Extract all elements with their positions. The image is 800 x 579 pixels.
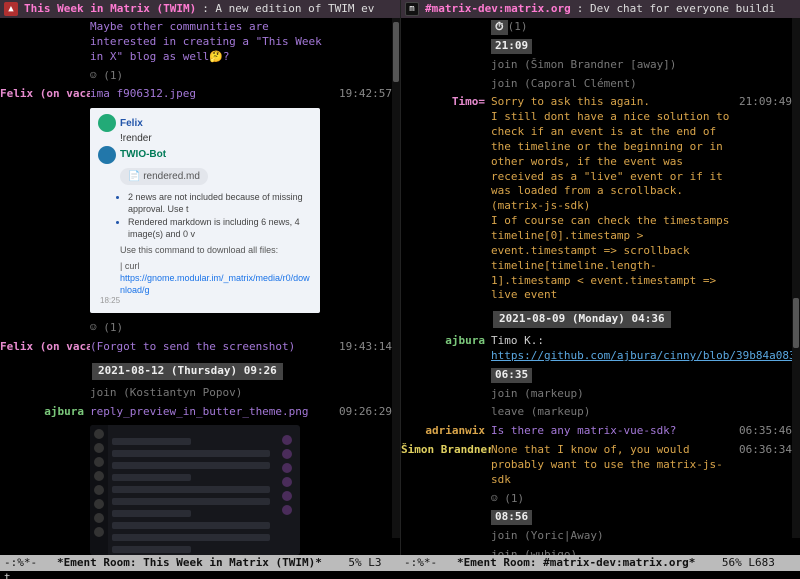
message-body: (Forgot to send the screenshot) (90, 340, 334, 355)
message-row: join (Yoric|Away) (401, 527, 796, 546)
timestamp: 21:09:49 (734, 95, 792, 303)
message-body: join (Yoric|Away) (491, 529, 734, 544)
time-chip: 06:35 (491, 368, 532, 383)
message-body: leave (markeup) (491, 405, 734, 420)
message-row: Maybe other communities are interested i… (0, 18, 396, 67)
right-messages[interactable]: ⏱(1)21:09 join (Šimon Brandner [away]) j… (401, 18, 800, 555)
nick (401, 58, 491, 73)
message-body: Maybe other communities are interested i… (90, 20, 334, 65)
timestamp (334, 386, 392, 401)
nick: ajbura (401, 334, 491, 364)
message-body: None that I know of, you would probably … (491, 443, 734, 488)
reaction[interactable]: ☺ (1) (90, 321, 392, 336)
message-body: join (markeup) (491, 387, 734, 402)
message-row: adrianwix Is there any matrix-vue-sdk? 0… (401, 422, 796, 441)
message-row: ajbura Timo K.:https://github.com/ajbura… (401, 332, 796, 366)
time-chip: 21:09 (491, 39, 532, 54)
right-pane: m #matrix-dev:matrix.org : Dev chat for … (400, 0, 800, 555)
message-body: join (Caporal Clément) (491, 77, 734, 92)
timestamp (734, 58, 792, 73)
timestamp (734, 77, 792, 92)
link[interactable]: https://github.com/ajbura/cinny/blob/39b… (491, 349, 800, 362)
nick (401, 529, 491, 544)
message-row: join (wubigo) (401, 546, 796, 555)
room-icon: m (405, 2, 419, 16)
timestamp: 06:36:34 (734, 443, 792, 488)
embedded-image[interactable]: Felix !render TWIO-Bot 📄 rendered.md 2 n… (90, 108, 320, 313)
message-row: join (markeup) (401, 385, 796, 404)
minibuffer[interactable]: t (0, 571, 800, 579)
embedded-image[interactable] (90, 425, 300, 555)
nick (401, 387, 491, 402)
date-separator: 2021-08-09 (Monday) 04:36 (493, 311, 671, 328)
room-topic: : A new edition of TWIM ev (202, 2, 374, 17)
nick (401, 77, 491, 92)
reaction[interactable]: ☺ (1) (491, 492, 792, 507)
nick (401, 548, 491, 555)
room-topic: : Dev chat for everyone buildi (577, 2, 776, 17)
scrollbar[interactable] (392, 18, 400, 538)
timestamp (734, 529, 792, 544)
nick (0, 386, 90, 401)
nick: Timo= (401, 95, 491, 303)
message-body: reply_preview_in_butter_theme.png (90, 405, 334, 420)
nick: adrianwix (401, 424, 491, 439)
nick: Felix (on vaca (0, 340, 90, 355)
timestamp (734, 405, 792, 420)
left-header: ▲ This Week in Matrix (TWIM) : A new edi… (0, 0, 400, 18)
message-body: join (Kostiantyn Popov) (90, 386, 334, 401)
room-name[interactable]: This Week in Matrix (TWIM) (24, 2, 196, 17)
message-row: Felix (on vaca (Forgot to send the scree… (0, 338, 396, 357)
timestamp (734, 548, 792, 555)
time-chip: 08:56 (491, 510, 532, 525)
mode-line: -:%*- *Ement Room: This Week in Matrix (… (0, 555, 800, 571)
message-row: ajbura reply_preview_in_butter_theme.png… (0, 403, 396, 422)
nick: Felix (on vaca (0, 87, 90, 102)
room-name[interactable]: #matrix-dev:matrix.org (425, 2, 571, 17)
message-row: leave (markeup) (401, 403, 796, 422)
left-pane: ▲ This Week in Matrix (TWIM) : A new edi… (0, 0, 400, 555)
message-row: join (Kostiantyn Popov) (0, 384, 396, 403)
reaction[interactable]: ☺ (1) (90, 69, 392, 84)
message-row: join (Caporal Clément) (401, 75, 796, 94)
message-body: join (Šimon Brandner [away]) (491, 58, 734, 73)
message-row: Šimon Brandner None that I know of, you … (401, 441, 796, 490)
nick (0, 20, 90, 65)
right-header: m #matrix-dev:matrix.org : Dev chat for … (401, 0, 800, 18)
message-row: Felix (on vaca ima f906312.jpeg 19:42:57 (0, 85, 396, 104)
message-row: join (Šimon Brandner [away]) (401, 56, 796, 75)
room-icon: ▲ (4, 2, 18, 16)
date-separator: 2021-08-12 (Thursday) 09:26 (92, 363, 283, 380)
message-body: ima f906312.jpeg (90, 87, 334, 102)
mode-line-right: -:%*- *Ement Room: #matrix-dev:matrix.or… (400, 556, 800, 571)
timestamp: 19:42:57 (334, 87, 392, 102)
scrollbar[interactable] (792, 18, 800, 538)
nick: ajbura (0, 405, 90, 420)
message-body: Sorry to ask this again.I still dont hav… (491, 95, 734, 303)
timestamp: 19:43:14 (334, 340, 392, 355)
left-messages[interactable]: Maybe other communities are interested i… (0, 18, 400, 555)
nick (401, 405, 491, 420)
file-chip: 📄 rendered.md (120, 168, 208, 186)
message-body: join (wubigo) (491, 548, 734, 555)
message-body: Timo K.:https://github.com/ajbura/cinny/… (491, 334, 800, 364)
timestamp (334, 20, 392, 65)
nick: Šimon Brandner (401, 443, 491, 488)
timestamp (734, 387, 792, 402)
message-body: Is there any matrix-vue-sdk? (491, 424, 734, 439)
message-row: Timo= Sorry to ask this again.I still do… (401, 93, 796, 305)
mode-line-left: -:%*- *Ement Room: This Week in Matrix (… (0, 556, 400, 571)
timestamp: 09:26:29 (334, 405, 392, 420)
timestamp: 06:35:46 (734, 424, 792, 439)
